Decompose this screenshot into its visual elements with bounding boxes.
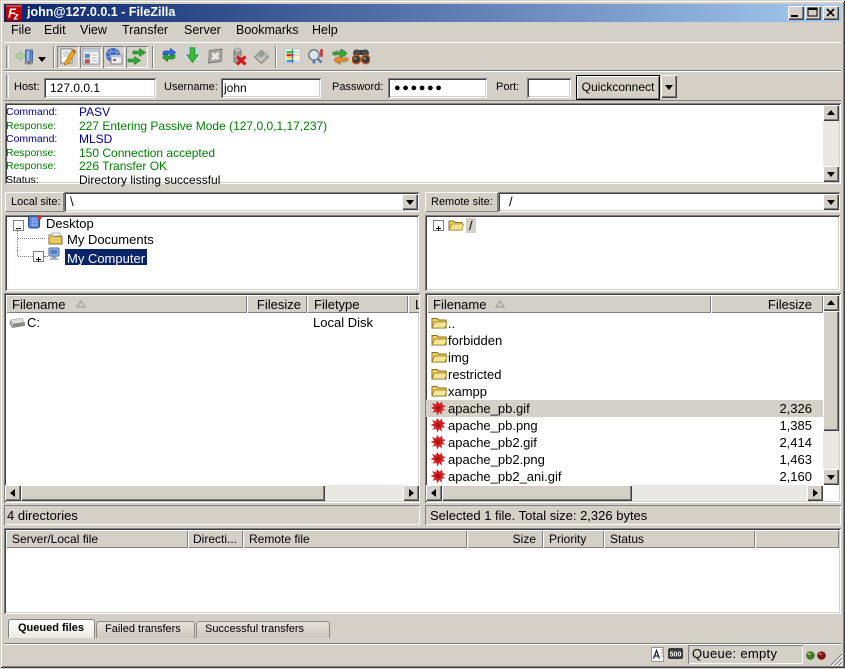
svg-text:500: 500 xyxy=(670,652,682,659)
svg-text:z: z xyxy=(13,12,19,22)
